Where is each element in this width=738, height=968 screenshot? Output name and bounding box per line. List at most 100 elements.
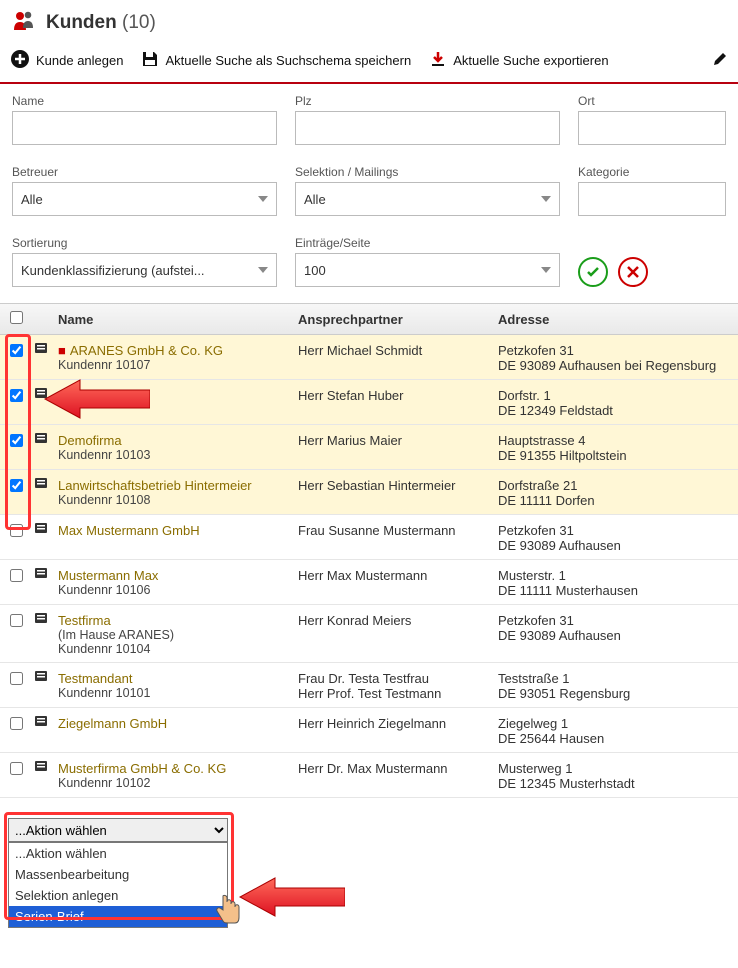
selektion-filter-select[interactable]: Alle xyxy=(295,182,560,216)
table-row[interactable]: Max Mustermann GmbH Frau Susanne Musterma… xyxy=(0,515,738,560)
customer-sub: Kundennr 10103 xyxy=(58,448,298,462)
kategorie-filter-label: Kategorie xyxy=(578,165,726,179)
eintraege-filter-label: Einträge/Seite xyxy=(295,236,560,250)
row-checkbox[interactable] xyxy=(10,479,23,492)
apply-filter-button[interactable] xyxy=(578,257,608,287)
row-checkbox[interactable] xyxy=(10,434,23,447)
customer-name-link[interactable]: Mustermann Max xyxy=(58,568,158,583)
create-customer-button[interactable]: Kunde anlegen xyxy=(10,49,123,72)
customer-sub: Kundennr 10101 xyxy=(58,686,298,700)
bulk-action-option[interactable]: Serien-Brief xyxy=(9,906,227,927)
contact-cell: Herr Max Mustermann xyxy=(298,566,498,583)
customer-icon xyxy=(34,669,58,686)
bulk-action-option[interactable]: ...Aktion wählen xyxy=(9,843,227,864)
customer-icon xyxy=(34,759,58,776)
eintraege-filter-select[interactable]: 100 xyxy=(295,253,560,287)
save-search-button[interactable]: Aktuelle Suche als Suchschema speichern xyxy=(141,50,411,71)
table-row[interactable]: DemofirmaKundennr 10103Herr Marius Maier… xyxy=(0,425,738,470)
customer-name-link[interactable]: Testmandant xyxy=(58,671,132,686)
table-row[interactable]: Ziegelmann GmbH Herr Heinrich ZiegelmannZ… xyxy=(0,708,738,753)
address-cell: Musterstr. 1DE 11111 Musterhausen xyxy=(498,566,728,598)
customer-sub: Kundennr 10106 xyxy=(58,583,298,597)
address-cell: Ziegelweg 1DE 25644 Hausen xyxy=(498,714,728,746)
row-checkbox[interactable] xyxy=(10,717,23,730)
pencil-icon xyxy=(712,51,728,70)
bulk-action-select[interactable]: ...Aktion wählen xyxy=(8,818,228,842)
customer-name-link[interactable]: Demofirma xyxy=(58,433,122,448)
name-filter-input[interactable] xyxy=(12,111,277,145)
save-search-label: Aktuelle Suche als Suchschema speichern xyxy=(165,53,411,68)
row-checkbox[interactable] xyxy=(10,762,23,775)
table-row[interactable]: Mustermann MaxKundennr 10106Herr Max Mus… xyxy=(0,560,738,605)
table-row[interactable]: Blaumann KGHerr Stefan HuberDorfstr. 1DE… xyxy=(0,380,738,425)
create-customer-label: Kunde anlegen xyxy=(36,53,123,68)
row-checkbox[interactable] xyxy=(10,524,23,537)
page-title: Kunden (10) xyxy=(46,12,156,34)
table-row[interactable]: Lanwirtschaftsbetrieb HintermeierKundenn… xyxy=(0,470,738,515)
plz-filter-input[interactable] xyxy=(295,111,560,145)
customer-icon xyxy=(34,386,58,403)
export-search-button[interactable]: Aktuelle Suche exportieren xyxy=(429,50,608,71)
address-cell: Hauptstrasse 4DE 91355 Hiltpoltstein xyxy=(498,431,728,463)
name-filter-label: Name xyxy=(12,94,277,108)
export-search-label: Aktuelle Suche exportieren xyxy=(453,53,608,68)
clear-filter-button[interactable] xyxy=(618,257,648,287)
select-all-checkbox[interactable] xyxy=(10,311,23,324)
row-checkbox[interactable] xyxy=(10,344,23,357)
betreuer-filter-label: Betreuer xyxy=(12,165,277,179)
address-cell: Musterweg 1DE 12345 Musterhstadt xyxy=(498,759,728,791)
ort-filter-input[interactable] xyxy=(578,111,726,145)
edit-button[interactable] xyxy=(712,51,728,70)
col-header-name[interactable]: Name xyxy=(58,312,298,327)
row-checkbox[interactable] xyxy=(10,614,23,627)
row-checkbox[interactable] xyxy=(10,389,23,402)
contact-cell: Herr Stefan Huber xyxy=(298,386,498,403)
customer-name-link[interactable]: Blaumann KG xyxy=(58,388,139,403)
customer-icon xyxy=(34,611,58,628)
row-checkbox[interactable] xyxy=(10,672,23,685)
customer-name-link[interactable]: Max Mustermann GmbH xyxy=(58,523,200,538)
contact-cell: Herr Sebastian Hintermeier xyxy=(298,476,498,493)
contact-cell: Frau Susanne Mustermann xyxy=(298,521,498,538)
customer-sub: (Im Hause ARANES) xyxy=(58,628,298,642)
contact-cell: Herr Michael Schmidt xyxy=(298,341,498,358)
ort-filter-label: Ort xyxy=(578,94,726,108)
customer-icon xyxy=(34,521,58,538)
customer-icon xyxy=(34,431,58,448)
customer-name-link[interactable]: Lanwirtschaftsbetrieb Hintermeier xyxy=(58,478,252,493)
chevron-down-icon xyxy=(541,267,551,273)
check-icon xyxy=(585,264,601,280)
col-header-addr[interactable]: Adresse xyxy=(498,312,728,327)
col-header-contact[interactable]: Ansprechpartner xyxy=(298,312,498,327)
table-row[interactable]: TestmandantKundennr 10101Frau Dr. Testa … xyxy=(0,663,738,708)
kategorie-filter-input[interactable] xyxy=(578,182,726,216)
customer-sub: Kundennr 10108 xyxy=(58,493,298,507)
customer-name-link[interactable]: Ziegelmann GmbH xyxy=(58,716,167,731)
customer-name-link[interactable]: Testfirma xyxy=(58,613,111,628)
customer-sub: Kundennr 10102 xyxy=(58,776,298,790)
contact-cell: Herr Konrad Meiers xyxy=(298,611,498,628)
address-cell: Dorfstraße 21DE 11111 Dorfen xyxy=(498,476,728,508)
customer-sub: Kundennr 10107 xyxy=(58,358,298,372)
customer-icon xyxy=(34,566,58,583)
bulk-action-option[interactable]: Massenbearbeitung xyxy=(9,864,227,885)
customer-sub: Kundennr 10104 xyxy=(58,642,298,656)
sortierung-filter-select[interactable]: Kundenklassifizierung (aufstei... xyxy=(12,253,277,287)
address-cell: Petzkofen 31DE 93089 Aufhausen xyxy=(498,521,728,553)
chevron-down-icon xyxy=(541,196,551,202)
customer-name-link[interactable]: Musterfirma GmbH & Co. KG xyxy=(58,761,226,776)
row-checkbox[interactable] xyxy=(10,569,23,582)
customer-name-link[interactable]: ARANES GmbH & Co. KG xyxy=(70,343,223,358)
betreuer-filter-select[interactable]: Alle xyxy=(12,182,277,216)
table-row[interactable]: Testfirma(Im Hause ARANES)Kundennr 10104… xyxy=(0,605,738,663)
table-row[interactable]: Musterfirma GmbH & Co. KGKundennr 10102H… xyxy=(0,753,738,798)
chevron-down-icon xyxy=(258,267,268,273)
close-icon xyxy=(626,265,640,279)
bulk-action-dropdown[interactable]: ...Aktion wählenMassenbearbeitungSelekti… xyxy=(8,842,228,928)
bulk-action-option[interactable]: Selektion anlegen xyxy=(9,885,227,906)
plus-circle-icon xyxy=(10,49,30,72)
customer-icon xyxy=(34,476,58,493)
download-icon xyxy=(429,50,447,71)
table-row[interactable]: ■ARANES GmbH & Co. KGKundennr 10107Herr … xyxy=(0,335,738,380)
contact-cell: Herr Heinrich Ziegelmann xyxy=(298,714,498,731)
